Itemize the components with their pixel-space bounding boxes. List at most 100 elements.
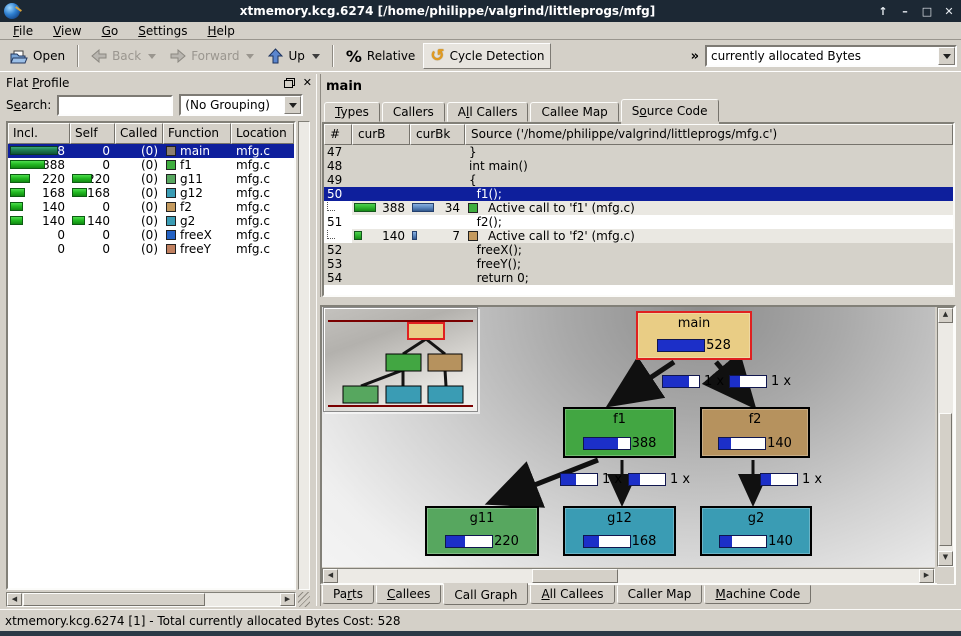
scroll-left-arrow[interactable]: ◀ xyxy=(323,569,338,583)
forward-button[interactable]: Forward xyxy=(164,43,260,69)
up-button[interactable]: Up xyxy=(262,43,325,69)
menu-help[interactable]: Help xyxy=(198,23,243,39)
search-input[interactable] xyxy=(57,95,173,116)
dock-close-icon[interactable]: ✕ xyxy=(303,76,312,89)
source-line-row[interactable]: 54 return 0; xyxy=(324,271,953,285)
scroll-left-arrow[interactable]: ◀ xyxy=(7,593,22,606)
menu-settings[interactable]: Settings xyxy=(129,23,196,39)
minimize-button[interactable]: – xyxy=(897,5,913,18)
flat-profile-row-freey[interactable]: 00(0)freeYmfg.c xyxy=(8,242,294,256)
incl-cell: 140 xyxy=(8,200,70,214)
dock-float-icon[interactable] xyxy=(284,78,295,88)
combo-dropdown-icon[interactable] xyxy=(284,96,301,114)
source-line-row[interactable]: 48int main() xyxy=(324,159,953,173)
column-header-incl[interactable]: Incl. xyxy=(8,123,70,144)
edge-cost-fill xyxy=(561,474,576,485)
grouping-combobox[interactable]: (No Grouping) xyxy=(179,94,303,116)
flat-profile-vscrollbar[interactable] xyxy=(298,121,310,590)
source-line-row[interactable]: 52 freeX(); xyxy=(324,243,953,257)
flat-profile-row-g11[interactable]: 220220(0)g11mfg.c xyxy=(8,172,294,186)
graph-node-g2[interactable]: g2140 xyxy=(700,506,812,556)
graph-node-g12[interactable]: g12168 xyxy=(563,506,676,556)
forward-dropdown-caret[interactable] xyxy=(246,54,254,59)
title-bar[interactable]: xtmemory.kcg.6274 [/home/philippe/valgri… xyxy=(0,0,961,22)
tab-all-callers[interactable]: All Callers xyxy=(447,102,529,122)
self-cost-bar xyxy=(72,188,87,197)
graph-node-main[interactable]: main528 xyxy=(636,311,752,360)
shade-button[interactable]: ↑ xyxy=(875,5,891,18)
maximize-button[interactable]: □ xyxy=(919,5,935,18)
up-label: Up xyxy=(288,49,304,63)
source-call-row[interactable]: 38834Active call to 'f1' (mfg.c) xyxy=(324,201,953,215)
back-button[interactable]: Back xyxy=(85,43,162,69)
flat-profile-row-f1[interactable]: 3880(0)f1mfg.c xyxy=(8,158,294,172)
called-value: (0) xyxy=(141,214,163,228)
back-dropdown-caret[interactable] xyxy=(148,54,156,59)
column-header-self[interactable]: Self xyxy=(70,123,115,144)
tab-callers[interactable]: Callers xyxy=(382,102,445,122)
graph-node-f2[interactable]: f2140 xyxy=(700,407,810,458)
self-cost-bar xyxy=(72,216,85,225)
scroll-thumb[interactable] xyxy=(23,593,205,606)
graph-hscrollbar[interactable]: ◀ ▶ xyxy=(322,568,935,584)
column-header-line[interactable]: # xyxy=(324,124,352,145)
scroll-down-arrow[interactable]: ▼ xyxy=(938,551,953,566)
flat-profile-row-main[interactable]: 5280(0)mainmfg.c xyxy=(8,144,294,158)
cycle-detection-toggle-button[interactable]: ↺ Cycle Detection xyxy=(423,43,551,69)
tab-callees[interactable]: Callees xyxy=(376,585,441,604)
menu-go[interactable]: Go xyxy=(93,23,128,39)
back-arrow-icon xyxy=(91,49,107,63)
up-dropdown-caret[interactable] xyxy=(312,54,320,59)
source-line-row[interactable]: 47} xyxy=(324,145,953,159)
edge-cost-bar xyxy=(560,473,598,486)
menu-file[interactable]: File xyxy=(4,23,42,39)
tab-caller-map[interactable]: Caller Map xyxy=(617,585,703,604)
flat-profile-row-f2[interactable]: 1400(0)f2mfg.c xyxy=(8,200,294,214)
column-header-location[interactable]: Location xyxy=(231,123,294,144)
event-type-combobox[interactable]: currently allocated Bytes xyxy=(705,45,957,67)
toolbar-overflow-chevron[interactable]: » xyxy=(691,49,699,64)
flat-profile-hscrollbar[interactable]: ◀ ▶ xyxy=(6,592,296,607)
relative-toggle-button[interactable]: % Relative xyxy=(340,43,421,69)
dock-title-bar[interactable]: Flat Profile ✕ xyxy=(2,74,316,91)
column-header-curb[interactable]: curB xyxy=(352,124,410,145)
graph-node-f1[interactable]: f1388 xyxy=(563,407,676,458)
tab-source-code[interactable]: Source Code xyxy=(621,99,719,122)
function-cell: freeX xyxy=(163,228,231,242)
source-line-row[interactable]: 49{ xyxy=(324,173,953,187)
column-header-curbk[interactable]: curBk xyxy=(410,124,465,145)
tab-all-callees[interactable]: All Callees xyxy=(530,585,614,604)
scroll-thumb[interactable] xyxy=(532,569,618,583)
open-button[interactable]: Open xyxy=(4,43,71,69)
column-header-function[interactable]: Function xyxy=(163,123,231,144)
combo-dropdown-icon[interactable] xyxy=(938,47,955,65)
panel-splitter-horizontal[interactable] xyxy=(320,297,956,305)
flat-profile-row-freex[interactable]: 00(0)freeXmfg.c xyxy=(8,228,294,242)
tab-types[interactable]: Types xyxy=(324,102,380,122)
tab-call-graph[interactable]: Call Graph xyxy=(443,583,528,605)
called-value: (0) xyxy=(141,158,163,172)
tab-callee-map[interactable]: Callee Map xyxy=(530,102,618,122)
source-call-row[interactable]: 1407Active call to 'f2' (mfg.c) xyxy=(324,229,953,243)
self-cell: 0 xyxy=(70,158,115,172)
scroll-thumb[interactable] xyxy=(939,413,952,546)
source-line-row[interactable]: 50 f1(); xyxy=(324,187,953,201)
flat-profile-row-g12[interactable]: 168168(0)g12mfg.c xyxy=(8,186,294,200)
menu-view[interactable]: View xyxy=(44,23,90,39)
graph-vscrollbar[interactable]: ▲ ▼ xyxy=(937,307,954,567)
scroll-right-arrow[interactable]: ▶ xyxy=(919,569,934,583)
call-graph-canvas[interactable]: main528f1388f2140g11220g12168g21401 x1 x… xyxy=(322,307,935,567)
incl-value: 140 xyxy=(42,214,70,228)
graph-node-g11[interactable]: g11220 xyxy=(425,506,539,556)
scroll-right-arrow[interactable]: ▶ xyxy=(280,593,295,606)
close-button[interactable]: ✕ xyxy=(941,5,957,18)
column-header-source[interactable]: Source ('/home/philippe/valgrind/littlep… xyxy=(465,124,953,145)
resize-grip[interactable] xyxy=(298,592,310,607)
source-line-row[interactable]: 53 freeY(); xyxy=(324,257,953,271)
source-line-row[interactable]: 51 f2(); xyxy=(324,215,953,229)
column-header-called[interactable]: Called xyxy=(115,123,163,144)
scroll-up-arrow[interactable]: ▲ xyxy=(938,308,953,323)
flat-profile-row-g2[interactable]: 140140(0)g2mfg.c xyxy=(8,214,294,228)
tab-machine-code[interactable]: Machine Code xyxy=(704,585,811,604)
incl-cost-bar xyxy=(10,174,30,183)
